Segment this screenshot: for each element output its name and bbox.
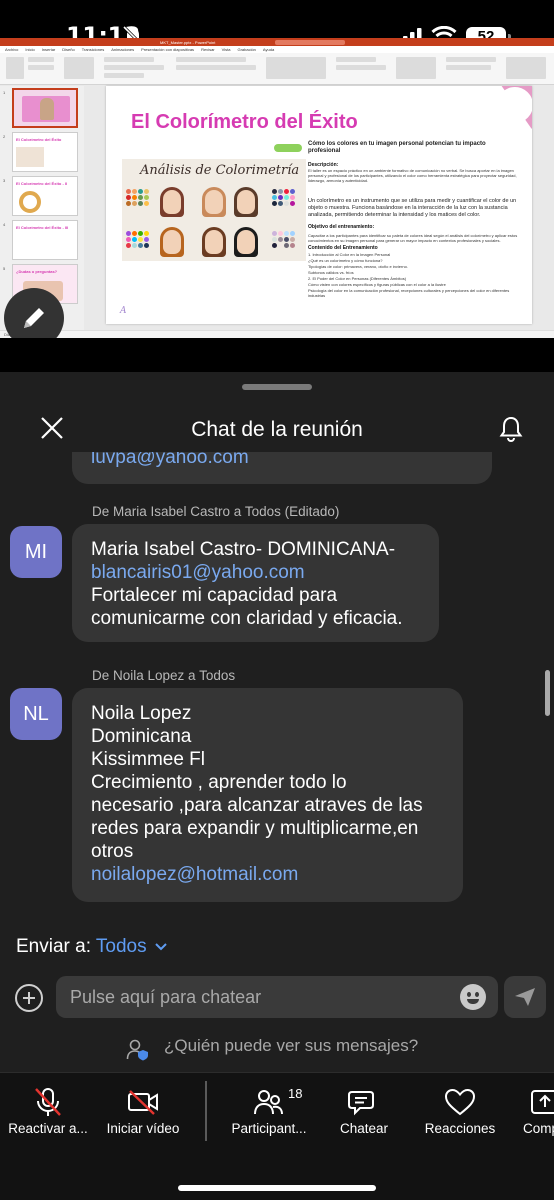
send-to-selector[interactable]: Enviar a: Todos xyxy=(16,936,168,958)
message-email-link[interactable]: luvpa@yahoo.com xyxy=(91,452,473,469)
send-to-label: Enviar a: xyxy=(16,936,91,957)
meeting-toolbar: Reactivar a... Iniciar vídeo 18 Particip… xyxy=(0,1072,554,1200)
slide-content-item: Cómo visten con colores específicos y fi… xyxy=(308,282,446,287)
menu-item[interactable]: Revisar xyxy=(201,47,215,52)
avatar: NL xyxy=(10,688,62,740)
slide-signature: A xyxy=(120,306,127,316)
menu-item[interactable]: Inicio xyxy=(25,47,34,52)
slide-title: El Colorímetro del Éxito xyxy=(131,111,358,133)
bell-icon[interactable] xyxy=(496,414,526,444)
menu-item[interactable]: Transiciones xyxy=(82,47,105,52)
chat-message-bubble: Maria Isabel Castro- DOMINICANA- blancai… xyxy=(72,524,439,642)
message-sender: De Maria Isabel Castro a Todos (Editado) xyxy=(92,504,340,519)
participants-count: 18 xyxy=(288,1086,303,1101)
start-video-label: Iniciar vídeo xyxy=(106,1121,180,1136)
slide-content-list: 1. Introducción al Color en la Imagen Pe… xyxy=(308,252,522,298)
participants-icon xyxy=(254,1090,283,1115)
slide-description: Descripción: El taller es un espacio prá… xyxy=(308,162,517,184)
chat-input[interactable] xyxy=(70,976,450,1018)
avatar: MI xyxy=(10,526,62,578)
slide-thumbnail[interactable] xyxy=(12,88,78,128)
participants-button[interactable]: 18 Participant... xyxy=(222,1073,316,1153)
person-shield-icon xyxy=(126,1039,148,1061)
powerpoint-window-title: MKT_Master.pptx - PowerPoint xyxy=(160,39,216,45)
powerpoint-ribbon xyxy=(0,53,554,85)
who-can-see-link[interactable]: ¿Quién puede ver sus mensajes? xyxy=(164,1036,418,1056)
message-sender: De Noila Lopez a Todos xyxy=(92,668,236,683)
slide-content-item: 2. El Poder del Color en Personas (Difer… xyxy=(308,276,407,281)
reactions-button[interactable]: Reacciones xyxy=(414,1073,506,1153)
share-button[interactable]: Comp xyxy=(516,1073,554,1153)
menu-item[interactable]: Presentación con diapositivas xyxy=(141,47,194,52)
menu-item[interactable]: Archivo xyxy=(5,47,18,52)
status-bar: 11:13 52 xyxy=(0,0,554,50)
slide-content-item: 1. Introducción al Color en la Imagen Pe… xyxy=(308,252,391,257)
participants-label: Participant... xyxy=(231,1121,307,1136)
unmute-label: Reactivar a... xyxy=(8,1121,88,1136)
home-indicator[interactable] xyxy=(178,1185,376,1191)
slide-content-item: Tipologías de color: primavera, verano, … xyxy=(308,264,408,269)
powerpoint-menu-bar: Archivo Inicio Insertar Diseño Transiciones A… xyxy=(0,46,554,53)
slide-thumbnail[interactable]: El Colorímetro del Éxito - II xyxy=(12,176,78,216)
chat-message-list[interactable]: luvpa@yahoo.com De Maria Isabel Castro a… xyxy=(0,452,554,926)
menu-item[interactable]: Diseño xyxy=(62,47,74,52)
chevron-down-icon xyxy=(155,943,167,951)
slide-content-item: Psicología del color en la comunicación … xyxy=(308,288,510,298)
menu-item[interactable]: Insertar xyxy=(42,47,56,52)
mic-off-icon xyxy=(35,1088,61,1116)
slide-subtitle: Cómo los colores en tu imagen personal p… xyxy=(308,141,486,154)
slide-objective: Objetivo del entrenamiento: Capacitar a … xyxy=(308,224,522,299)
chat-input-box[interactable] xyxy=(56,976,498,1018)
share-label: Comp xyxy=(523,1121,554,1136)
menu-item[interactable]: Vista xyxy=(222,47,231,52)
menu-item[interactable]: Animaciones xyxy=(111,47,134,52)
chat-message-bubble: luvpa@yahoo.com xyxy=(72,452,492,484)
pencil-icon xyxy=(24,308,44,328)
powerpoint-status-bar: Diapositiva 1 de 5 xyxy=(0,330,554,338)
drag-handle[interactable] xyxy=(242,384,312,390)
heart-icon xyxy=(444,1088,476,1116)
emoji-icon[interactable] xyxy=(460,984,486,1010)
reactions-label: Reacciones xyxy=(424,1121,496,1136)
powerpoint-title-bar: MKT_Master.pptx - PowerPoint xyxy=(0,38,554,46)
decorative-arc xyxy=(481,86,532,139)
send-button[interactable] xyxy=(504,976,546,1018)
powerpoint-search-box xyxy=(275,39,346,45)
chat-scrollbar[interactable] xyxy=(545,670,550,716)
slide-thumbnail[interactable]: El Colorímetro del Éxito - III xyxy=(12,220,78,260)
toolbar-divider xyxy=(205,1081,207,1141)
decorative-pill xyxy=(274,144,302,152)
send-to-value[interactable]: Todos xyxy=(96,936,147,957)
slide-thumbnail[interactable]: El Colorímetro del Éxito xyxy=(12,132,78,172)
send-icon xyxy=(515,988,535,1006)
unmute-button[interactable]: Reactivar a... xyxy=(0,1073,96,1153)
video-off-icon xyxy=(128,1090,158,1115)
illustration-title: Análisis de Colorimetría xyxy=(140,163,300,178)
share-icon xyxy=(531,1090,554,1114)
chat-button[interactable]: Chatear xyxy=(322,1073,406,1153)
chat-bubbles-icon xyxy=(348,1091,374,1116)
current-slide: El Colorímetro del Éxito Cómo los colore… xyxy=(106,86,532,324)
chat-panel: Chat de la reunión luvpa@yahoo.com De Ma… xyxy=(0,372,554,1200)
slide-content-item: Subtonos cálidos vs. fríos xyxy=(308,270,354,275)
message-email-link[interactable]: noilalopez@hotmail.com xyxy=(91,863,444,886)
colorimetry-illustration: Análisis de Colorimetría xyxy=(122,159,306,261)
menu-item[interactable]: Ayuda xyxy=(263,47,274,52)
slide-content-item: ¿Qué es un colorímetro y cómo funciona? xyxy=(308,258,383,263)
start-video-button[interactable]: Iniciar vídeo xyxy=(98,1073,188,1153)
shared-screen[interactable]: MKT_Master.pptx - PowerPoint Archivo Inic… xyxy=(0,38,554,338)
chat-label: Chatear xyxy=(339,1121,389,1136)
chat-title: Chat de la reunión xyxy=(191,418,363,441)
chat-message-bubble: Noila Lopez Dominicana Kissimmee Fl Crec… xyxy=(72,688,463,902)
menu-item[interactable]: Grabación xyxy=(237,47,255,52)
add-attachment-button[interactable] xyxy=(15,984,43,1012)
message-email-link[interactable]: blancairis01@yahoo.com xyxy=(91,561,420,584)
slide-colorimeter-definition: Un colorímetro es un instrumento que se … xyxy=(308,198,517,218)
